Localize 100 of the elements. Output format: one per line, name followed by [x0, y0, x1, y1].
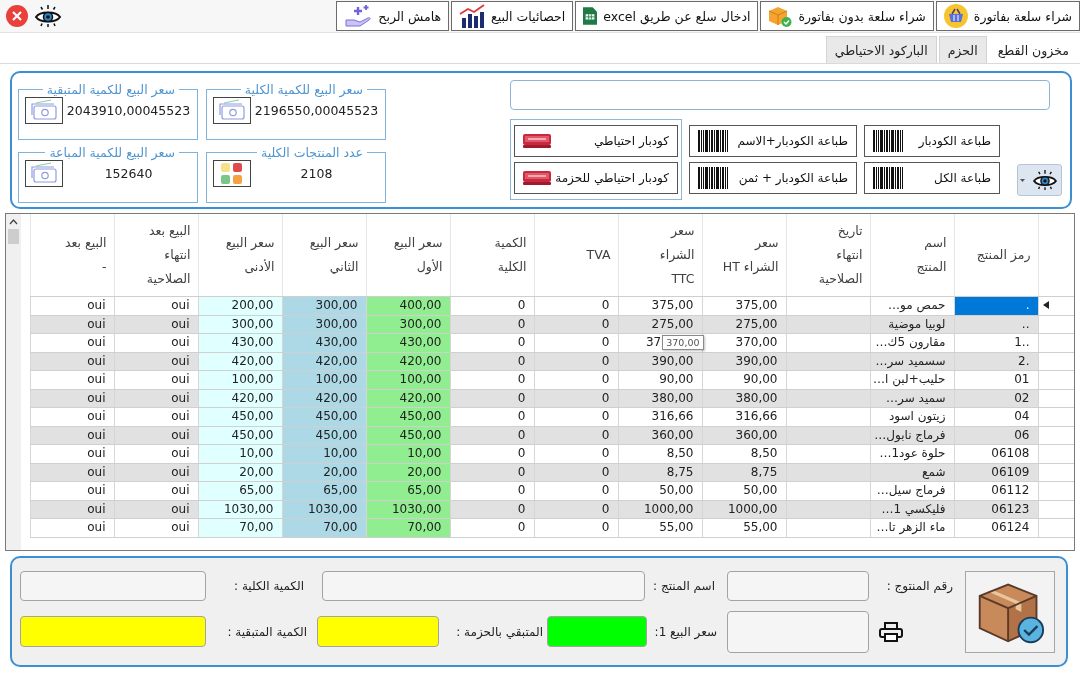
field-label: المتبقي بالحزمة :: [456, 624, 543, 639]
table-cell: حليب+لبن ا…: [870, 370, 954, 389]
reserve-barcode-button[interactable]: كودبار احتياطي: [514, 125, 678, 157]
table-cell: 1..: [954, 333, 1038, 352]
tooltip: 370,00: [662, 335, 704, 351]
table-cell: oui: [30, 296, 114, 315]
field-label: الكمية المتبقية :: [227, 624, 307, 639]
spreadsheet-icon: [583, 7, 598, 25]
toolbar-button[interactable]: هامش الربح: [336, 1, 450, 31]
toolbar-button[interactable]: احصائيات البيع: [451, 1, 574, 31]
table-cell: oui: [30, 370, 114, 389]
printer-icon[interactable]: [879, 621, 903, 642]
table-cell: oui: [114, 444, 198, 463]
column-header[interactable]: البيع بعد انتهاء الصلاحية: [114, 214, 198, 297]
field-label: الكمية الكلية :: [234, 578, 304, 593]
scroll-up-icon[interactable]: [9, 219, 18, 225]
tiles-icon: [213, 160, 251, 187]
print-button[interactable]: طباعة الكل: [864, 162, 1000, 194]
table-cell: 50,00: [702, 481, 786, 500]
table-cell: 06108: [954, 444, 1038, 463]
table-cell: 0: [534, 407, 618, 426]
cell-value: 37: [645, 335, 662, 350]
table-cell: ماء الزهر تا…: [870, 518, 954, 537]
barcode-icon: [873, 167, 903, 189]
stat-value: 152640: [104, 166, 153, 181]
table-cell: oui: [114, 407, 198, 426]
barcode-icon: [698, 167, 728, 189]
column-header[interactable]: سعر الشراء TTC: [618, 214, 702, 297]
column-header[interactable]: TVA: [534, 214, 618, 297]
table-cell: 90,00: [702, 370, 786, 389]
stat-label: سعر البيع للكمية الكلية: [243, 82, 364, 97]
input-field[interactable]: [20, 616, 206, 647]
column-header[interactable]: سعر البيع الأدنى: [198, 214, 282, 297]
tab[interactable]: الباركود الاحتياطي: [825, 36, 937, 63]
row-pointer-icon: [1042, 301, 1049, 310]
search-field[interactable]: [510, 80, 1050, 110]
column-header[interactable]: سعر البيع الأول: [366, 214, 450, 297]
input-field[interactable]: [322, 570, 645, 601]
print-button[interactable]: طباعة الكودبار + ثمن: [689, 162, 857, 194]
table-cell: حلوة عود1…: [870, 444, 954, 463]
column-header[interactable]: تاريخ انتهاء الصلاحية: [786, 214, 870, 297]
field-label: رقم المنتوج :: [886, 578, 953, 593]
input-field[interactable]: [547, 616, 647, 647]
tab[interactable]: الحزم: [938, 36, 987, 63]
column-header[interactable]: سعر الشراء HT: [702, 214, 786, 297]
toolbar-button[interactable]: ادخال سلع عن طريق excel: [575, 1, 759, 31]
input-field[interactable]: [20, 570, 206, 601]
input-field[interactable]: [727, 610, 869, 653]
table-cell: oui: [114, 333, 198, 352]
field-label: اسم المنتج :: [653, 578, 715, 593]
column-header[interactable]: الكمية الكلية: [450, 214, 534, 297]
table-cell: 0: [534, 481, 618, 500]
stamp-icon: [523, 134, 551, 148]
stamp-icon: [523, 171, 551, 185]
table-cell: حمص مو…: [870, 296, 954, 315]
column-header[interactable]: اسم المنتج: [870, 214, 954, 297]
print-button[interactable]: طباعة الكودبار: [864, 125, 1000, 157]
hand-icon: [344, 4, 373, 28]
table-cell: زيتون اسود: [870, 407, 954, 426]
reserve-barcode-button[interactable]: كودبار احتياطي للحزمة: [514, 162, 678, 194]
input-field[interactable]: [727, 570, 869, 601]
scrollbar[interactable]: [6, 214, 21, 550]
caret-icon: [1020, 178, 1025, 182]
basket-icon: [943, 4, 968, 28]
table-cell: 375,00: [702, 296, 786, 315]
table-cell: oui: [30, 481, 114, 500]
column-header[interactable]: رمز المنتج: [954, 214, 1038, 297]
table-cell: oui: [114, 370, 198, 389]
stat-value: 2196550,00045523: [254, 103, 379, 118]
table-cell: 55,00: [618, 518, 702, 537]
table-cell: 55,00: [702, 518, 786, 537]
eye-icon[interactable]: [34, 5, 62, 27]
barcode-icon: [698, 130, 728, 152]
stat-label: عدد المنتجات الكلية: [259, 145, 364, 160]
table-cell: 0: [534, 333, 618, 352]
table-cell: 06112: [954, 481, 1038, 500]
table-cell: oui: [30, 444, 114, 463]
table-cell: 06124: [954, 518, 1038, 537]
column-header[interactable]: سعر البيع الثاني: [282, 214, 366, 297]
table-cell: oui: [30, 407, 114, 426]
toolbar-button[interactable]: شراء سلعة بفاتورة: [935, 1, 1080, 31]
input-field[interactable]: [317, 616, 439, 647]
table-cell: 316,66: [702, 407, 786, 426]
field-label: سعر البيع 1:: [654, 624, 717, 639]
barcode-icon: [873, 130, 903, 152]
table-cell: 04: [954, 407, 1038, 426]
column-header[interactable]: البيع بعد -: [30, 214, 114, 297]
banknote-icon: [213, 97, 251, 124]
toolbar-button[interactable]: شراء سلعة بدون بفاتورة: [760, 1, 934, 31]
eye-icon: [1032, 170, 1058, 190]
stat-value: 2108: [300, 166, 333, 181]
table-cell: 0: [534, 444, 618, 463]
table-cell: oui: [114, 481, 198, 500]
view-dropdown-button[interactable]: [1017, 164, 1062, 196]
print-button[interactable]: طباعة الكودبار+الاسم: [689, 125, 857, 157]
scroll-thumb[interactable]: [8, 229, 19, 244]
table-cell: 8,50: [618, 444, 702, 463]
table-cell: oui: [30, 518, 114, 537]
close-icon[interactable]: [6, 5, 28, 27]
table-cell: 0: [534, 296, 618, 315]
